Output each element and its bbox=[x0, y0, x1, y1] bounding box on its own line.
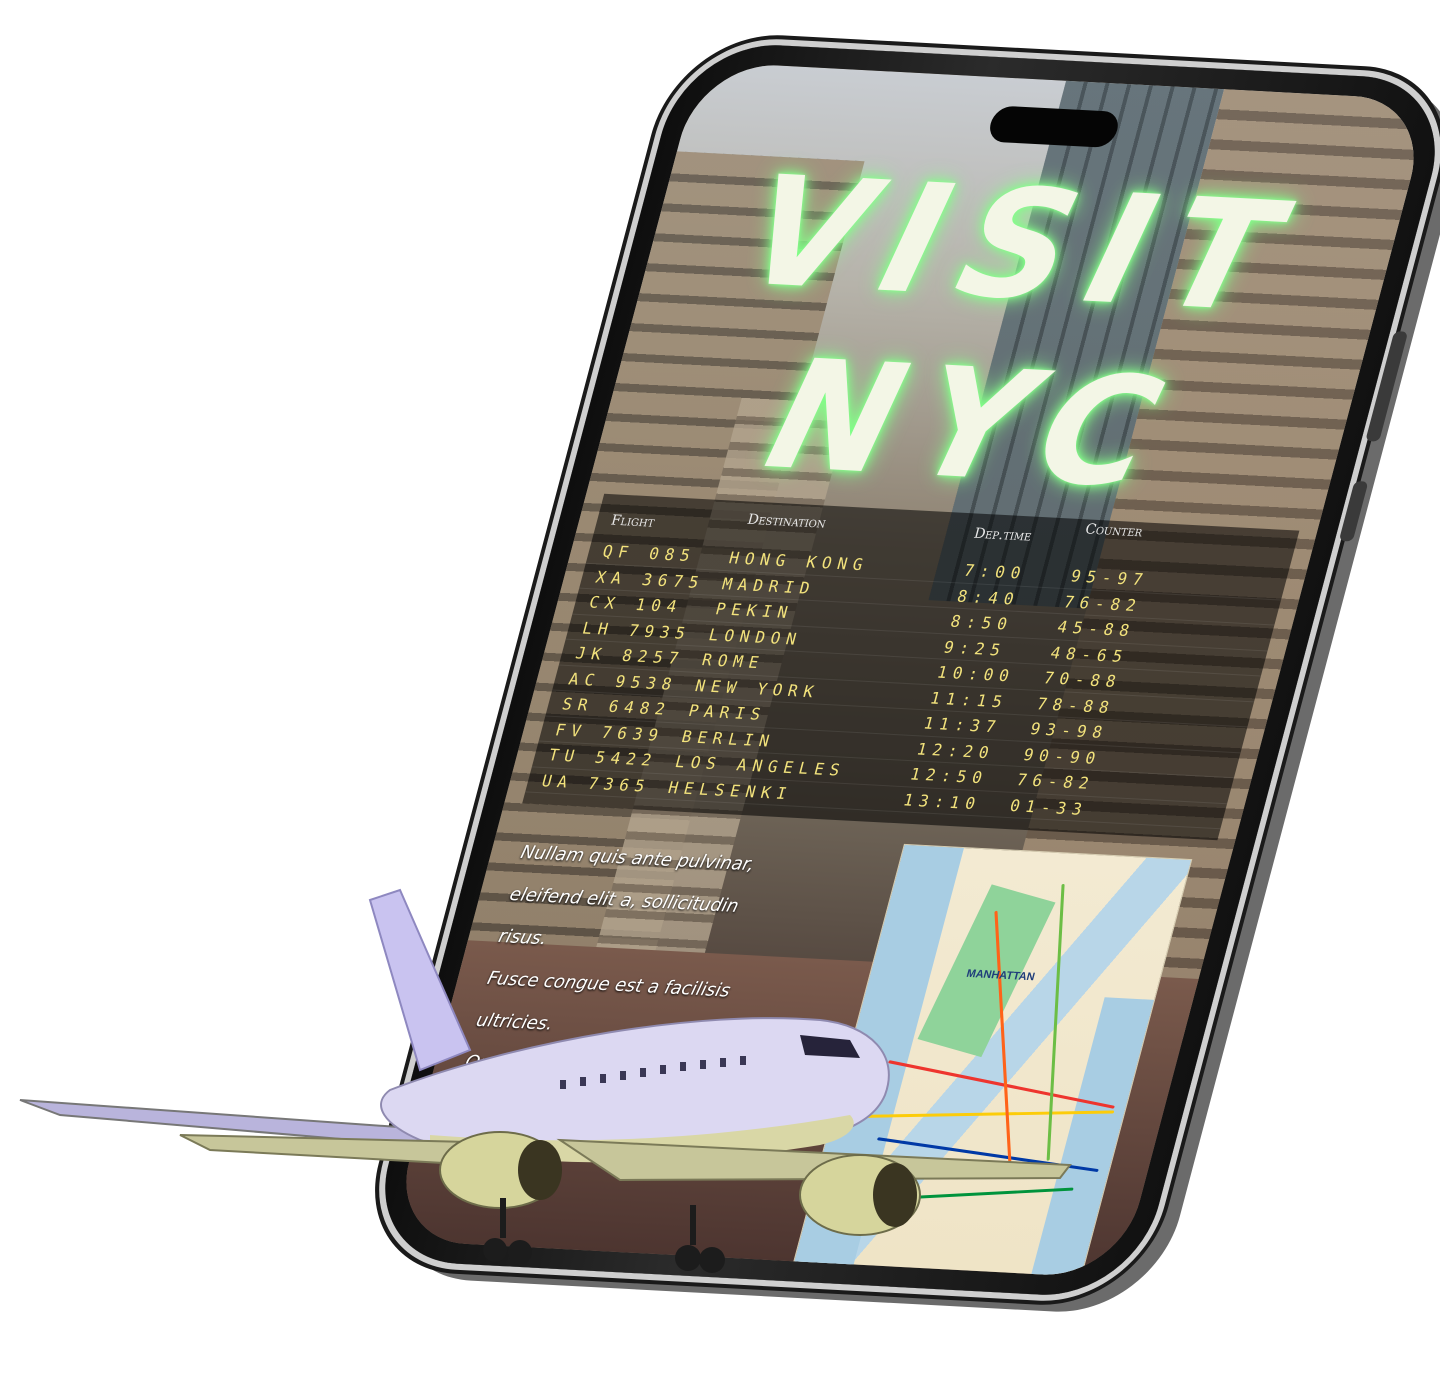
flight-code: SR 6482 bbox=[560, 694, 674, 719]
flight-code: QF 085 bbox=[600, 541, 699, 566]
header-dep-time: Dep.time bbox=[972, 525, 1034, 545]
departure-time: 10:00 bbox=[935, 662, 1018, 686]
destination: HELSENKI bbox=[666, 777, 795, 803]
header-flight: Flight bbox=[609, 512, 657, 531]
header-destination: Destination bbox=[745, 511, 828, 532]
counter: 76-82 bbox=[1014, 769, 1097, 794]
flight-code: UA 7365 bbox=[539, 770, 653, 796]
airplane-image bbox=[19, 888, 1072, 1273]
destination: PEKIN bbox=[713, 599, 796, 623]
departure-time: 12:20 bbox=[914, 738, 997, 762]
departure-time: 9:25 bbox=[941, 637, 1009, 660]
destination: ROME bbox=[699, 650, 767, 673]
board-rows: QF 085 HONG KONG 7:00 95-97 XA 3675 MADRID 8:4… bbox=[525, 537, 1288, 830]
departure-time: 11:37 bbox=[921, 713, 1004, 737]
counter: 93-98 bbox=[1028, 719, 1111, 743]
counter: 76-82 bbox=[1061, 591, 1145, 615]
destination: MADRID bbox=[720, 573, 818, 598]
destination: LONDON bbox=[706, 624, 805, 649]
dynamic-island bbox=[985, 105, 1122, 149]
counter: 01-33 bbox=[1007, 795, 1091, 819]
departure-board: Flight Destination Dep.time Counter QF 0… bbox=[522, 493, 1300, 841]
departure-time: 8:40 bbox=[955, 586, 1023, 609]
flight-code: CX 104 bbox=[587, 592, 685, 617]
header-counter: Counter bbox=[1083, 521, 1145, 541]
flight-code: XA 3675 bbox=[593, 566, 707, 592]
flight-code: TU 5422 bbox=[546, 745, 660, 770]
counter: 70-88 bbox=[1041, 668, 1124, 692]
counter: 78-88 bbox=[1034, 693, 1118, 717]
canvas: VISIT NYC Flight Destination Dep.time Co… bbox=[0, 0, 1440, 1378]
flight-code: LH 7935 bbox=[580, 617, 694, 643]
departure-time: 7:00 bbox=[961, 560, 1029, 583]
flight-code: JK 8257 bbox=[573, 643, 687, 669]
destination: BERLIN bbox=[679, 726, 778, 751]
departure-time: 8:50 bbox=[948, 611, 1016, 634]
flight-code: AC 9538 bbox=[566, 668, 680, 694]
departure-time: 12:50 bbox=[908, 764, 991, 788]
destination: PARIS bbox=[686, 700, 769, 725]
counter: 90-90 bbox=[1021, 744, 1104, 768]
departure-time: 13:10 bbox=[901, 789, 984, 813]
title-line-1: VISIT bbox=[728, 144, 1317, 347]
departure-time: 11:15 bbox=[928, 687, 1011, 712]
destination: NEW YORK bbox=[693, 675, 822, 702]
counter: 48-65 bbox=[1048, 642, 1131, 666]
counter: 45-88 bbox=[1055, 617, 1138, 641]
counter: 95-97 bbox=[1068, 566, 1151, 590]
destination: HONG KONG bbox=[726, 548, 871, 575]
hero-title: VISIT NYC bbox=[590, 144, 1408, 522]
flight-code: FV 7639 bbox=[553, 719, 667, 745]
